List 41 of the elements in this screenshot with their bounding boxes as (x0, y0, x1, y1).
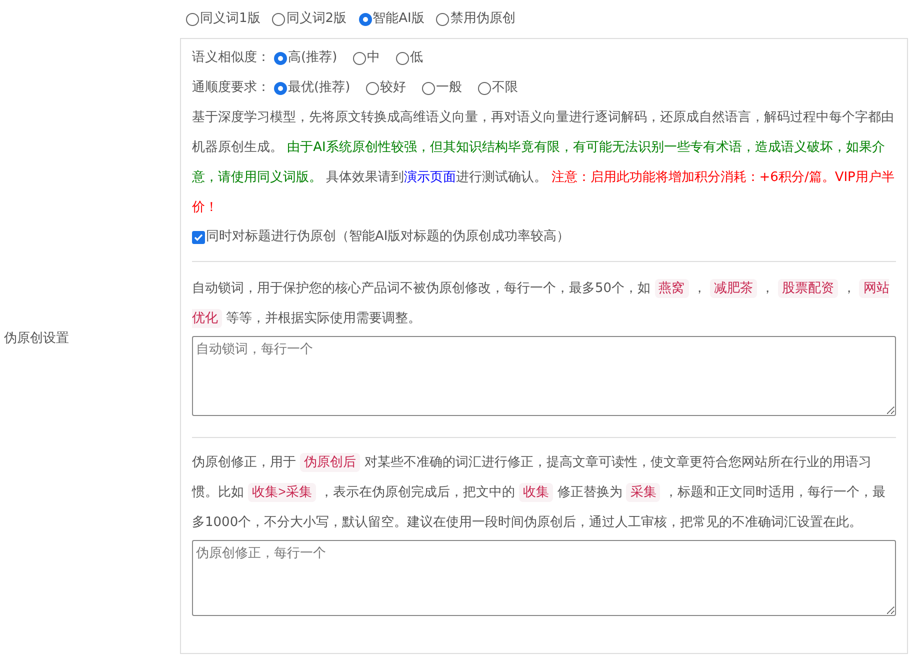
ai-description: 基于深度学习模型，先将原文转换成高维语义向量，再对语义向量进行逐词解码，还原成自然语言，解码过程中每个字都由机器原创生成。 由于AI系统原创性较强，但其知识结构毕竟有限，有可能无法识别一些专有术语，造成语义破坏，如果介意，请使用同义词版。 具体效果请到演示页面进行测试确认。 注意：启用此功能将增加积分消耗：+6积分/篇。VIP用户半价！ (192, 109, 896, 217)
setting-label: 通顺度要求： (192, 79, 270, 98)
radio-button[interactable] (186, 12, 199, 26)
code-tag: 收集>采集 (248, 482, 316, 502)
radio-label[interactable]: 低 (410, 48, 424, 68)
radio-label[interactable]: 最优(推荐) (288, 78, 350, 98)
corrections-description: 伪原创修正，用于 伪原创后 对某些不准确的词汇进行修正，提高文章可读性，使文章更符合您网站所在行业的用语习惯。比如 收集>采集 ，表示在伪原创完成后，把文中的 收集 修正替换为 采集 ，标题和正文同时适用，每行一个，最多1000个，不分大小写，默认留空。建议在使用一段时间伪原创后，通过人工审核，把常见的不准确词汇设置在此。 (192, 452, 887, 532)
radio-label[interactable]: 同义词1版 (200, 9, 260, 29)
radio-button[interactable] (478, 82, 492, 94)
radio-button[interactable] (358, 12, 372, 26)
demo-page-link[interactable]: 演示页面 (404, 170, 456, 185)
code-tag: 燕窝 (654, 279, 689, 298)
radio-button[interactable] (422, 82, 436, 94)
checkmark-icon (194, 232, 203, 242)
code-tag: 伪原创后 (300, 452, 360, 472)
radio-label[interactable]: 高(推荐) (288, 48, 338, 68)
radio-label[interactable]: 一般 (436, 78, 462, 98)
radio-button[interactable] (396, 52, 410, 64)
code-tag: 减肥茶 (710, 279, 757, 298)
radio-label[interactable]: 较好 (380, 78, 406, 98)
radio-label[interactable]: 禁用伪原创 (450, 9, 516, 29)
corrections-field[interactable]: 伪原创修正，每行一个 (192, 540, 896, 616)
lock-words-field[interactable]: 自动锁词，每行一个 (192, 336, 896, 416)
radio-button[interactable] (436, 12, 450, 26)
lock-words-description: 自动锁词，用于保护您的核心产品词不被伪原创修改，每行一个，最多50个，如 燕窝 ， 减肥茶 ， 股票配资 ， 网站优化 等等，并根据实际使用需要调整。 (192, 278, 890, 330)
radio-button[interactable] (272, 12, 286, 26)
radio-label[interactable]: 中 (367, 48, 380, 68)
code-tag: 股票配资 (778, 279, 838, 298)
setting-label: 语义相似度： (192, 49, 270, 68)
radio-button[interactable] (366, 82, 380, 94)
radio-label[interactable]: 同义词2版 (286, 9, 347, 29)
code-tag: 采集 (626, 482, 660, 502)
checkbox-label[interactable]: 同时对标题进行伪原创（智能AI版对标题的伪原创成功率较高） (206, 227, 570, 247)
checkbox[interactable] (192, 230, 205, 244)
section-label: 伪原创设置 (4, 330, 69, 348)
radio-button[interactable] (274, 82, 287, 94)
radio-button[interactable] (353, 52, 366, 64)
radio-label[interactable]: 不限 (492, 78, 518, 98)
code-tag: 收集 (519, 482, 554, 502)
radio-button[interactable] (274, 52, 287, 64)
radio-label[interactable]: 智能AI版 (372, 9, 424, 29)
